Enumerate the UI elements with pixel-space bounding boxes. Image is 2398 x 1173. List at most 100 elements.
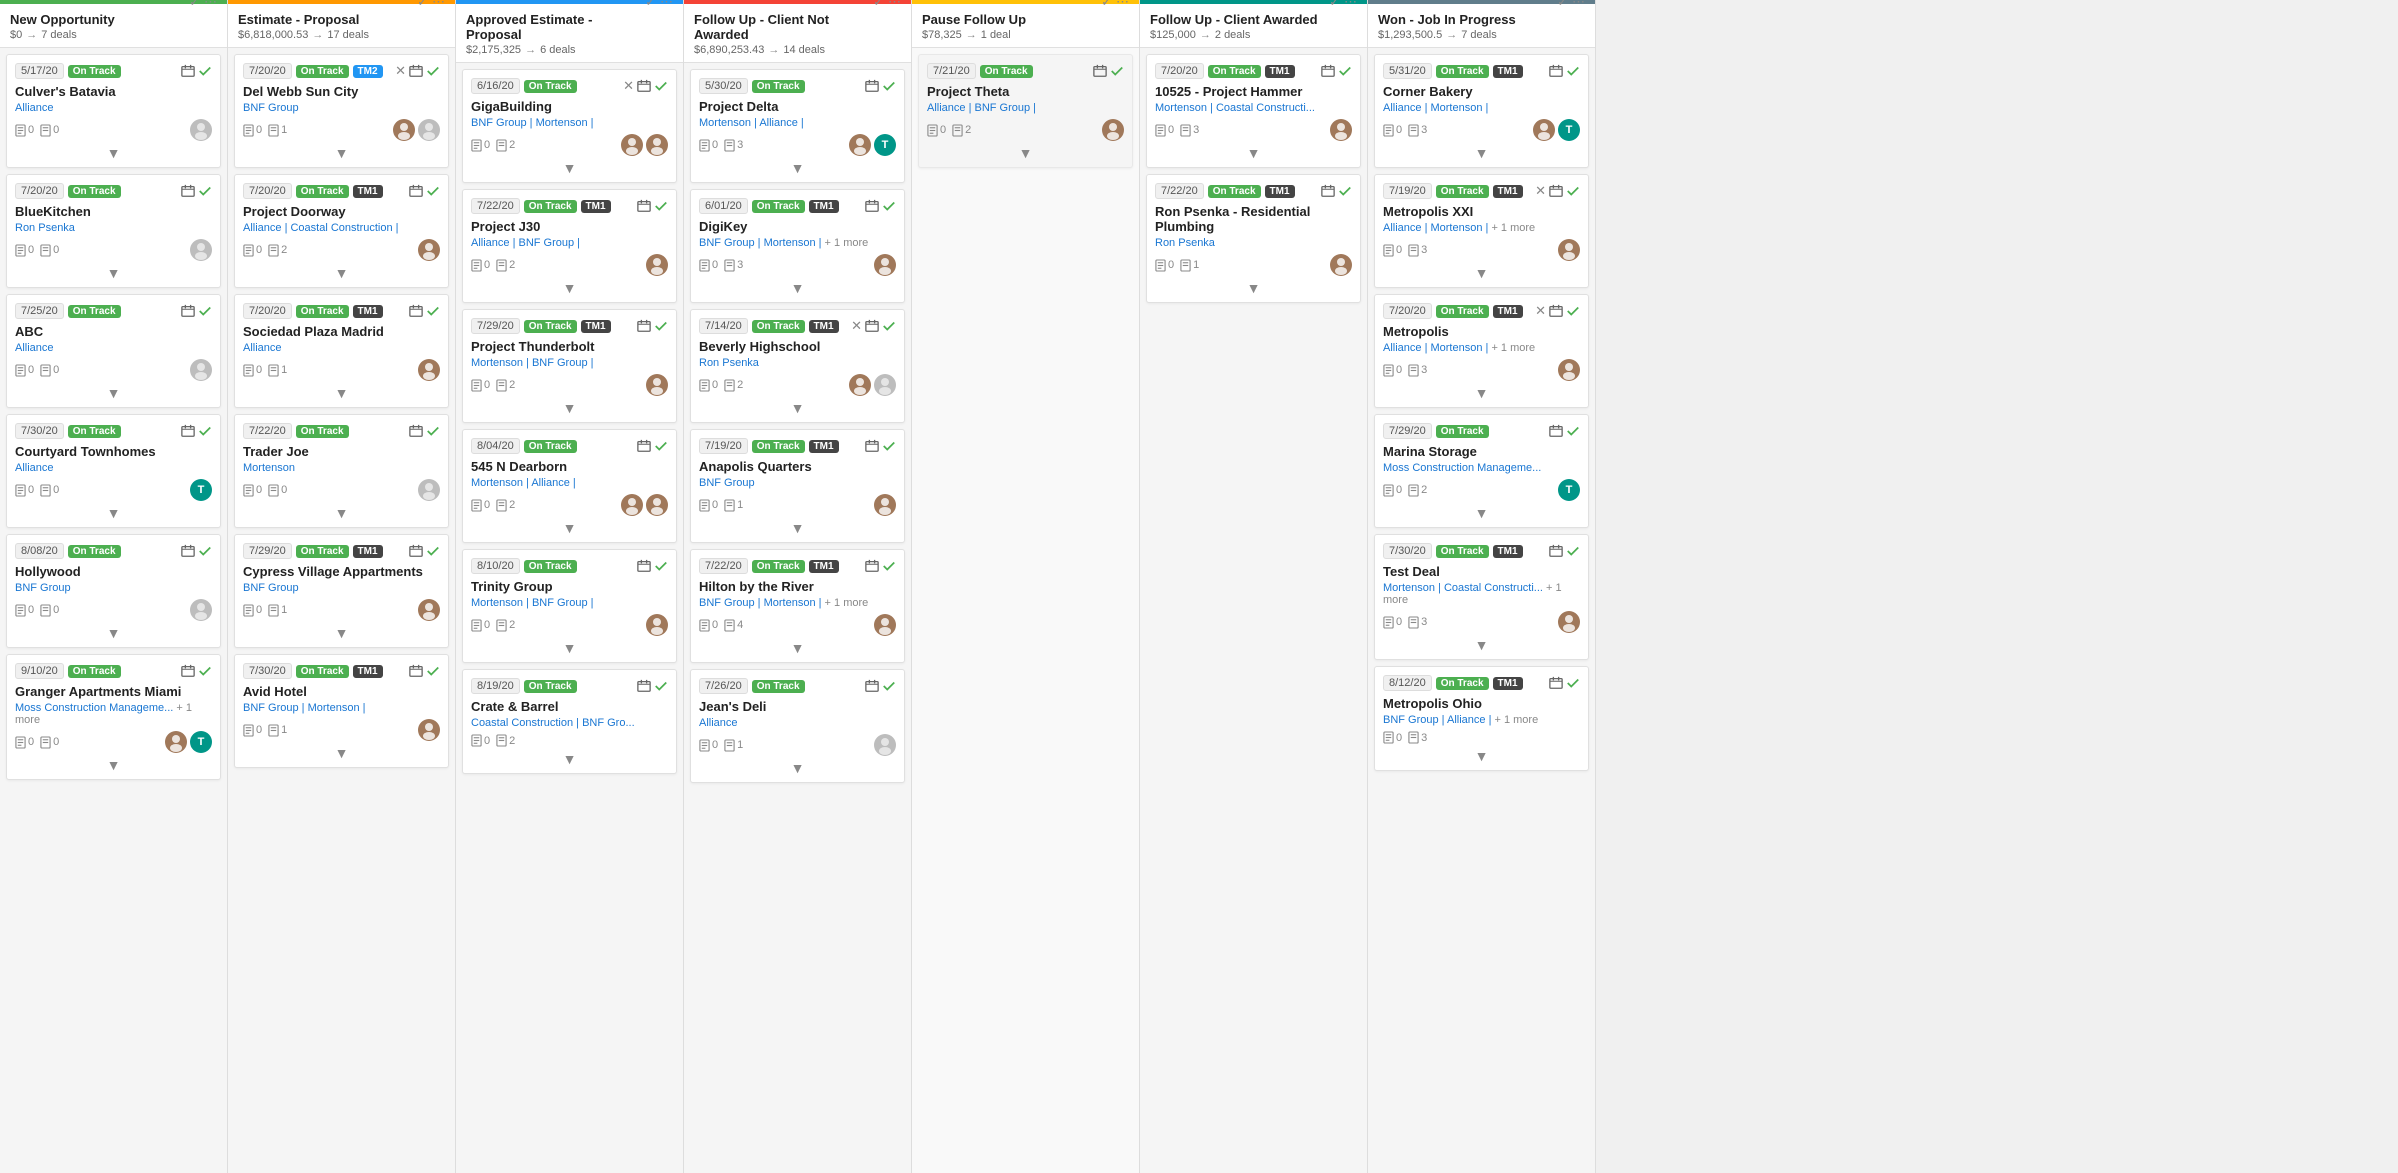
calendar-icon[interactable] [637,559,651,573]
check-icon[interactable] [1566,64,1580,78]
expand-icon[interactable]: ▼ [791,160,805,176]
card-actions[interactable] [637,319,668,333]
card-actions[interactable] [865,559,896,573]
card-actions[interactable] [1549,544,1580,558]
check-icon[interactable]: ✓ [1329,0,1340,10]
calendar-icon[interactable] [865,439,879,453]
check-icon[interactable]: ✓ [1101,0,1112,10]
card[interactable]: 5/17/20On TrackCulver's BataviaAlliance … [6,54,221,168]
card-expand[interactable]: ▼ [243,625,440,641]
column-actions-follow-up-not-awarded[interactable]: ✓ ⋯ [873,0,901,10]
card-expand[interactable]: ▼ [243,385,440,401]
card-actions[interactable]: ✕ [395,63,440,79]
calendar-icon[interactable] [1549,64,1563,78]
card-expand[interactable]: ▼ [243,145,440,161]
close-icon[interactable]: ✕ [395,63,406,79]
card-expand[interactable]: ▼ [471,751,668,767]
card-expand[interactable]: ▼ [1383,145,1580,161]
card[interactable]: 8/12/20On TrackTM1Metropolis OhioBNF Gro… [1374,666,1589,771]
card[interactable]: 9/10/20On TrackGranger Apartments MiamiM… [6,654,221,780]
check-icon[interactable] [198,64,212,78]
check-icon[interactable] [882,79,896,93]
card-actions[interactable] [865,439,896,453]
calendar-icon[interactable] [637,439,651,453]
calendar-icon[interactable] [181,664,195,678]
check-icon[interactable] [1110,64,1124,78]
check-icon[interactable] [426,64,440,78]
card-expand[interactable]: ▼ [1383,637,1580,653]
card-expand[interactable]: ▼ [699,160,896,176]
card-expand[interactable]: ▼ [1383,265,1580,281]
card-actions[interactable] [409,184,440,198]
more-icon[interactable]: ⋯ [432,0,445,10]
calendar-icon[interactable] [637,79,651,93]
column-actions-approved-estimate[interactable]: ✓ ⋯ [645,0,673,10]
expand-icon[interactable]: ▼ [107,757,121,773]
check-icon[interactable] [654,439,668,453]
card-actions[interactable] [637,559,668,573]
card-expand[interactable]: ▼ [1155,145,1352,161]
card-expand[interactable]: ▼ [1383,385,1580,401]
card[interactable]: 7/20/20On TrackTM1Sociedad Plaza MadridA… [234,294,449,408]
calendar-icon[interactable] [1549,304,1563,318]
more-icon[interactable]: ⋯ [888,0,901,10]
expand-icon[interactable]: ▼ [791,760,805,776]
check-icon[interactable] [198,184,212,198]
check-icon[interactable]: ✓ [645,0,656,10]
card-expand[interactable]: ▼ [243,745,440,761]
expand-icon[interactable]: ▼ [335,505,349,521]
card-actions[interactable] [181,304,212,318]
card[interactable]: 7/22/20On TrackTM1Project J30Alliance | … [462,189,677,303]
card[interactable]: 5/31/20On TrackTM1Corner BakeryAlliance … [1374,54,1589,168]
check-icon[interactable] [1566,184,1580,198]
card-actions[interactable] [865,679,896,693]
column-actions-won-job-in-progress[interactable]: ✓ ⋯ [1557,0,1585,10]
expand-icon[interactable]: ▼ [107,265,121,281]
check-icon[interactable] [426,544,440,558]
check-icon[interactable] [198,304,212,318]
check-icon[interactable]: ✓ [189,0,200,10]
expand-icon[interactable]: ▼ [791,400,805,416]
card-expand[interactable]: ▼ [15,757,212,773]
calendar-icon[interactable] [409,184,423,198]
card-expand[interactable]: ▼ [471,160,668,176]
card[interactable]: 7/26/20On TrackJean's DeliAlliance 0 1 ▼ [690,669,905,783]
card-actions[interactable] [1549,676,1580,690]
check-icon[interactable]: ✓ [417,0,428,10]
card[interactable]: 7/22/20On TrackTM1Ron Psenka - Residenti… [1146,174,1361,303]
card-actions[interactable] [181,544,212,558]
calendar-icon[interactable] [181,184,195,198]
check-icon[interactable] [654,199,668,213]
check-icon[interactable] [882,199,896,213]
more-icon[interactable]: ⋯ [204,0,217,10]
card-expand[interactable]: ▼ [471,280,668,296]
card[interactable]: 7/21/20On TrackProject ThetaAlliance | B… [918,54,1133,168]
card-actions[interactable] [1321,64,1352,78]
card-expand[interactable]: ▼ [15,265,212,281]
card-expand[interactable]: ▼ [699,760,896,776]
card-expand[interactable]: ▼ [243,265,440,281]
card-expand[interactable]: ▼ [1383,748,1580,764]
expand-icon[interactable]: ▼ [1475,145,1489,161]
close-icon[interactable]: ✕ [1535,303,1546,319]
card-expand[interactable]: ▼ [1383,505,1580,521]
calendar-icon[interactable] [1549,424,1563,438]
expand-icon[interactable]: ▼ [335,745,349,761]
expand-icon[interactable]: ▼ [335,385,349,401]
check-icon[interactable] [882,319,896,333]
check-icon[interactable] [1566,424,1580,438]
calendar-icon[interactable] [409,64,423,78]
card[interactable]: 7/29/20On TrackMarina StorageMoss Constr… [1374,414,1589,528]
calendar-icon[interactable] [865,679,879,693]
calendar-icon[interactable] [181,304,195,318]
card[interactable]: 7/20/20On TrackTM2✕Del Webb Sun CityBNF … [234,54,449,168]
check-icon[interactable] [1566,544,1580,558]
card-expand[interactable]: ▼ [699,640,896,656]
calendar-icon[interactable] [1549,184,1563,198]
check-icon[interactable] [198,544,212,558]
card[interactable]: 7/29/20On TrackTM1Project ThunderboltMor… [462,309,677,423]
card-expand[interactable]: ▼ [927,145,1124,161]
card[interactable]: 7/30/20On TrackTM1Avid HotelBNF Group | … [234,654,449,768]
card-expand[interactable]: ▼ [15,385,212,401]
card[interactable]: 7/20/20On TrackTM1Project DoorwayAllianc… [234,174,449,288]
